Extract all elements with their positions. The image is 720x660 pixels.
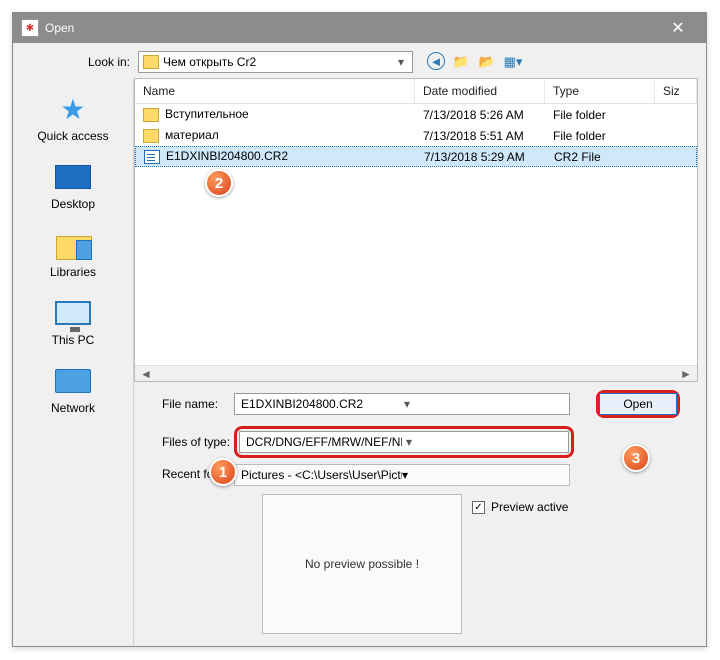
file-icon	[144, 150, 160, 164]
views-icon[interactable]: ▦▾	[503, 52, 523, 72]
horizontal-scrollbar[interactable]: ◄ ►	[135, 365, 697, 381]
recent-value: Pictures - <C:\Users\User\Pictures\>	[241, 468, 402, 482]
place-libraries[interactable]: Libraries	[50, 229, 96, 279]
places-bar: ★ Quick access Desktop Libraries This PC	[13, 79, 133, 646]
close-icon[interactable]: ✕	[658, 13, 698, 43]
recent-folders-combo[interactable]: Pictures - <C:\Users\User\Pictures\> ▾	[234, 464, 570, 486]
file-list-header: Name Date modified Type Siz	[135, 79, 697, 104]
file-name-row: File name: E1DXINBI204800.CR2 ▾ Open	[144, 390, 696, 418]
folder-icon	[143, 129, 159, 143]
annotation-badge-2: 2	[205, 169, 233, 197]
look-in-value: Чем открыть Cr2	[163, 55, 394, 69]
col-date[interactable]: Date modified	[415, 79, 545, 103]
file-type-row: Files of type: DCR/DNG/EFF/MRW/NEF/NRW/O…	[144, 426, 696, 458]
open-dialog: ✱ Open ✕ Look in: Чем открыть Cr2 ▾ ◄ 📁 …	[12, 12, 707, 647]
place-this-pc[interactable]: This PC	[52, 297, 95, 347]
file-name-input[interactable]: E1DXINBI204800.CR2 ▾	[234, 393, 570, 415]
network-icon	[55, 369, 91, 393]
place-label: Libraries	[50, 265, 96, 279]
file-name-label: File name:	[144, 397, 234, 411]
place-quick-access[interactable]: ★ Quick access	[37, 93, 108, 143]
up-folder-icon[interactable]: 📁	[451, 52, 471, 72]
highlight-filetype: DCR/DNG/EFF/MRW/NEF/NRW/ORF/PEF/RAF/SRF/…	[234, 426, 574, 458]
libraries-icon	[56, 232, 90, 258]
place-label: Network	[51, 401, 95, 415]
preview-active-checkbox[interactable]: ✓ Preview active	[472, 500, 696, 514]
place-desktop[interactable]: Desktop	[51, 161, 95, 211]
folder-icon	[143, 108, 159, 122]
place-label: Desktop	[51, 197, 95, 211]
annotation-badge-1: 1	[209, 458, 237, 486]
checkbox-label: Preview active	[491, 500, 568, 514]
chevron-down-icon: ▾	[402, 468, 563, 482]
open-button[interactable]: Open	[599, 393, 677, 415]
back-icon[interactable]: ◄	[427, 52, 445, 70]
folder-icon	[143, 55, 159, 69]
titlebar: ✱ Open ✕	[13, 13, 706, 43]
highlight-open: Open	[596, 390, 680, 418]
look-in-combo[interactable]: Чем открыть Cr2 ▾	[138, 51, 413, 73]
app-icon: ✱	[21, 19, 39, 37]
scroll-right-icon[interactable]: ►	[678, 367, 694, 381]
file-name-value: E1DXINBI204800.CR2	[241, 397, 400, 411]
desktop-icon	[55, 165, 91, 189]
file-type-combo[interactable]: DCR/DNG/EFF/MRW/NEF/NRW/ORF/PEF/RAF/SRF/…	[239, 431, 569, 453]
place-label: Quick access	[37, 129, 108, 143]
recent-folders-row: 1 Recent fol Pictures - <C:\Users\User\P…	[134, 464, 706, 494]
annotation-badge-3: 3	[622, 444, 650, 472]
preview-box: No preview possible !	[262, 494, 462, 634]
table-row[interactable]: E1DXINBI204800.CR27/13/2018 5:29 AMCR2 F…	[135, 146, 697, 167]
col-name[interactable]: Name	[135, 79, 415, 103]
file-type-value: DCR/DNG/EFF/MRW/NEF/NRW/ORF/PEF/RAF/SRF/…	[246, 435, 402, 449]
look-in-row: Look in: Чем открыть Cr2 ▾ ◄ 📁 📂 ▦▾	[13, 43, 706, 79]
file-list[interactable]: Name Date modified Type Siz Вступительно…	[134, 78, 698, 382]
preview-row: No preview possible ! ✓ Preview active	[134, 494, 706, 646]
chevron-down-icon: ▾	[402, 435, 562, 449]
scroll-left-icon[interactable]: ◄	[138, 367, 154, 381]
table-row[interactable]: Вступительное7/13/2018 5:26 AMFile folde…	[135, 104, 697, 125]
star-icon: ★	[53, 93, 93, 125]
look-in-label: Look in:	[23, 55, 138, 69]
new-folder-icon[interactable]: 📂	[477, 52, 497, 72]
pc-icon	[55, 301, 91, 325]
checkbox-icon: ✓	[472, 501, 485, 514]
col-type[interactable]: Type	[545, 79, 655, 103]
table-row[interactable]: материал7/13/2018 5:51 AMFile folder	[135, 125, 697, 146]
place-network[interactable]: Network	[51, 365, 95, 415]
place-label: This PC	[52, 333, 95, 347]
nav-toolbar: ◄ 📁 📂 ▦▾	[427, 52, 523, 72]
col-size[interactable]: Siz	[655, 79, 697, 103]
preview-message: No preview possible !	[305, 557, 419, 571]
file-type-label: Files of type:	[144, 435, 234, 449]
chevron-down-icon: ▾	[394, 55, 408, 69]
chevron-down-icon: ▾	[400, 397, 563, 411]
window-title: Open	[45, 21, 658, 35]
